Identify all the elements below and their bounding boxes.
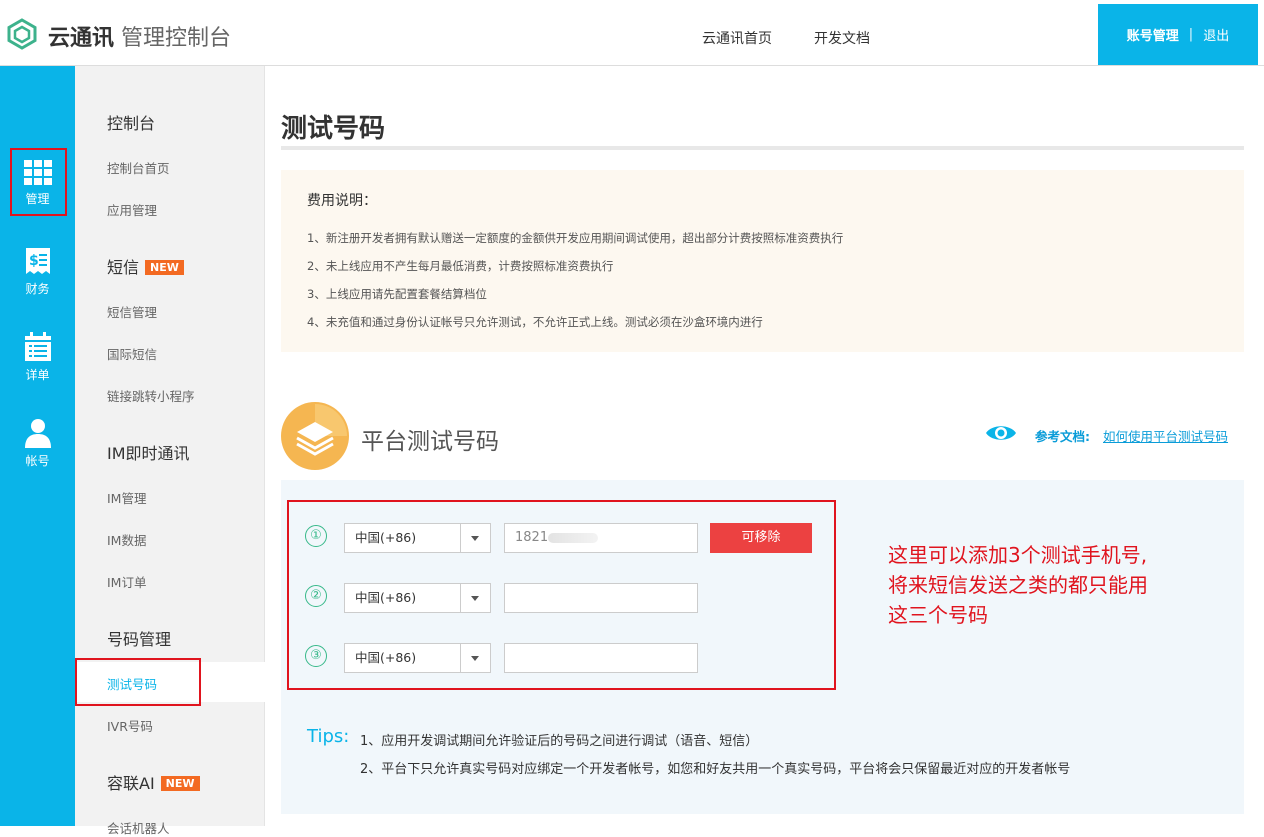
- reference-doc-link[interactable]: 如何使用平台测试号码: [1103, 426, 1228, 445]
- annotation-box-numbers: [287, 500, 836, 690]
- sub-navigation: 控制台 控制台首页 应用管理 短信 NEW 短信管理 国际短信 链接跳转小程序 I…: [75, 66, 266, 836]
- account-bar: 账号管理 | 退出: [1098, 4, 1258, 65]
- nav-docs-link[interactable]: 开发文档: [814, 28, 870, 48]
- subnav-header-console: 控制台: [107, 114, 156, 133]
- fee-line: 1、新注册开发者拥有默认赠送一定额度的金额供开发应用期间调试使用，超出部分计费按…: [307, 231, 844, 245]
- top-bar: 云通讯 管理控制台 云通讯首页 开发文档 账号管理 | 退出: [0, 0, 1264, 66]
- subnav-item-im-orders[interactable]: IM订单: [107, 572, 146, 591]
- fee-notice-box: 费用说明： 1、新注册开发者拥有默认赠送一定额度的金额供开发应用期间调试使用，超…: [281, 170, 1244, 352]
- fee-notice-title: 费用说明：: [307, 193, 377, 209]
- leftbar-label: 财务: [25, 282, 50, 296]
- new-badge: NEW: [160, 776, 200, 791]
- subnav-item-intl-sms[interactable]: 国际短信: [107, 344, 157, 363]
- new-badge: NEW: [145, 260, 184, 275]
- subnav-header-ai-label: 容联AI: [107, 774, 155, 793]
- main-content: 测试号码 费用说明： 1、新注册开发者拥有默认赠送一定额度的金额供开发应用期间调…: [265, 66, 1264, 826]
- user-icon: [24, 419, 51, 448]
- subnav-item-link-miniprogram[interactable]: 链接跳转小程序: [107, 386, 195, 405]
- annotation-box-manage: [10, 148, 67, 216]
- annotation-note: 这里可以添加3个测试手机号, 将来短信发送之类的都只能用 这三个号码: [888, 540, 1148, 630]
- receipt-icon: $: [25, 248, 50, 274]
- brand-sub: 管理控制台: [121, 26, 232, 51]
- reference-doc-label: 参考文档:: [1035, 429, 1090, 444]
- page-title: 测试号码: [281, 114, 386, 144]
- subnav-item-im-data[interactable]: IM数据: [107, 530, 146, 549]
- tip-line: 2、平台下只允许真实号码对应绑定一个开发者帐号，如您和好友共用一个真实号码，平台…: [360, 762, 1071, 777]
- account-separator: |: [1188, 27, 1194, 42]
- logo-icon: [7, 18, 37, 50]
- section-title: 平台测试号码: [361, 429, 499, 455]
- leftbar-item-details[interactable]: 详单: [0, 332, 75, 383]
- annotation-line: 这里可以添加3个测试手机号,: [888, 543, 1148, 567]
- calendar-list-icon: [24, 332, 51, 361]
- subnav-item-im-management[interactable]: IM管理: [107, 488, 146, 507]
- leftbar-item-finance[interactable]: $ 财务: [0, 246, 75, 297]
- annotation-line: 将来短信发送之类的都只能用: [888, 573, 1148, 597]
- annotation-line: 这三个号码: [888, 603, 988, 627]
- subnav-item-console-home[interactable]: 控制台首页: [107, 158, 170, 177]
- subnav-header-sms: 短信 NEW: [107, 254, 184, 278]
- layers-icon: [281, 402, 349, 470]
- subnav-item-app-management[interactable]: 应用管理: [107, 200, 157, 219]
- brand-title: 云通讯 管理控制台: [48, 20, 231, 52]
- leftbar-label: 详单: [25, 368, 50, 382]
- nav-home-link[interactable]: 云通讯首页: [702, 28, 772, 48]
- eye-icon: [986, 426, 1016, 440]
- subnav-header-im: IM即时通讯: [107, 444, 190, 463]
- logout-link[interactable]: 退出: [1203, 25, 1229, 44]
- account-management-link[interactable]: 账号管理: [1127, 25, 1179, 44]
- subnav-header-number: 号码管理: [107, 630, 172, 649]
- tips-label: Tips:: [307, 726, 350, 747]
- brand-main: 云通讯: [48, 26, 115, 51]
- annotation-box-test-numbers: [75, 658, 201, 706]
- fee-line: 3、上线应用请先配置套餐结算档位: [307, 287, 487, 301]
- title-divider: [281, 146, 1244, 150]
- subnav-header-ai: 容联AI NEW: [107, 770, 200, 794]
- svg-text:$: $: [29, 253, 39, 269]
- leftbar-item-account[interactable]: 帐号: [0, 418, 75, 469]
- tip-line: 1、应用开发调试期间允许验证后的号码之间进行调试（语音、短信）: [360, 734, 759, 749]
- fee-line: 4、未充值和通过身份认证帐号只允许测试，不允许正式上线。测试必须在沙盒环境内进行: [307, 315, 763, 329]
- leftbar-label: 帐号: [25, 454, 50, 468]
- subnav-item-sms-management[interactable]: 短信管理: [107, 302, 157, 321]
- fee-line: 2、未上线应用不产生每月最低消费，计费按照标准资费执行: [307, 259, 614, 273]
- subnav-item-ivr-numbers[interactable]: IVR号码: [107, 716, 153, 735]
- subnav-header-sms-label: 短信: [107, 258, 140, 277]
- subnav-item-chatbot[interactable]: 会话机器人: [107, 818, 170, 837]
